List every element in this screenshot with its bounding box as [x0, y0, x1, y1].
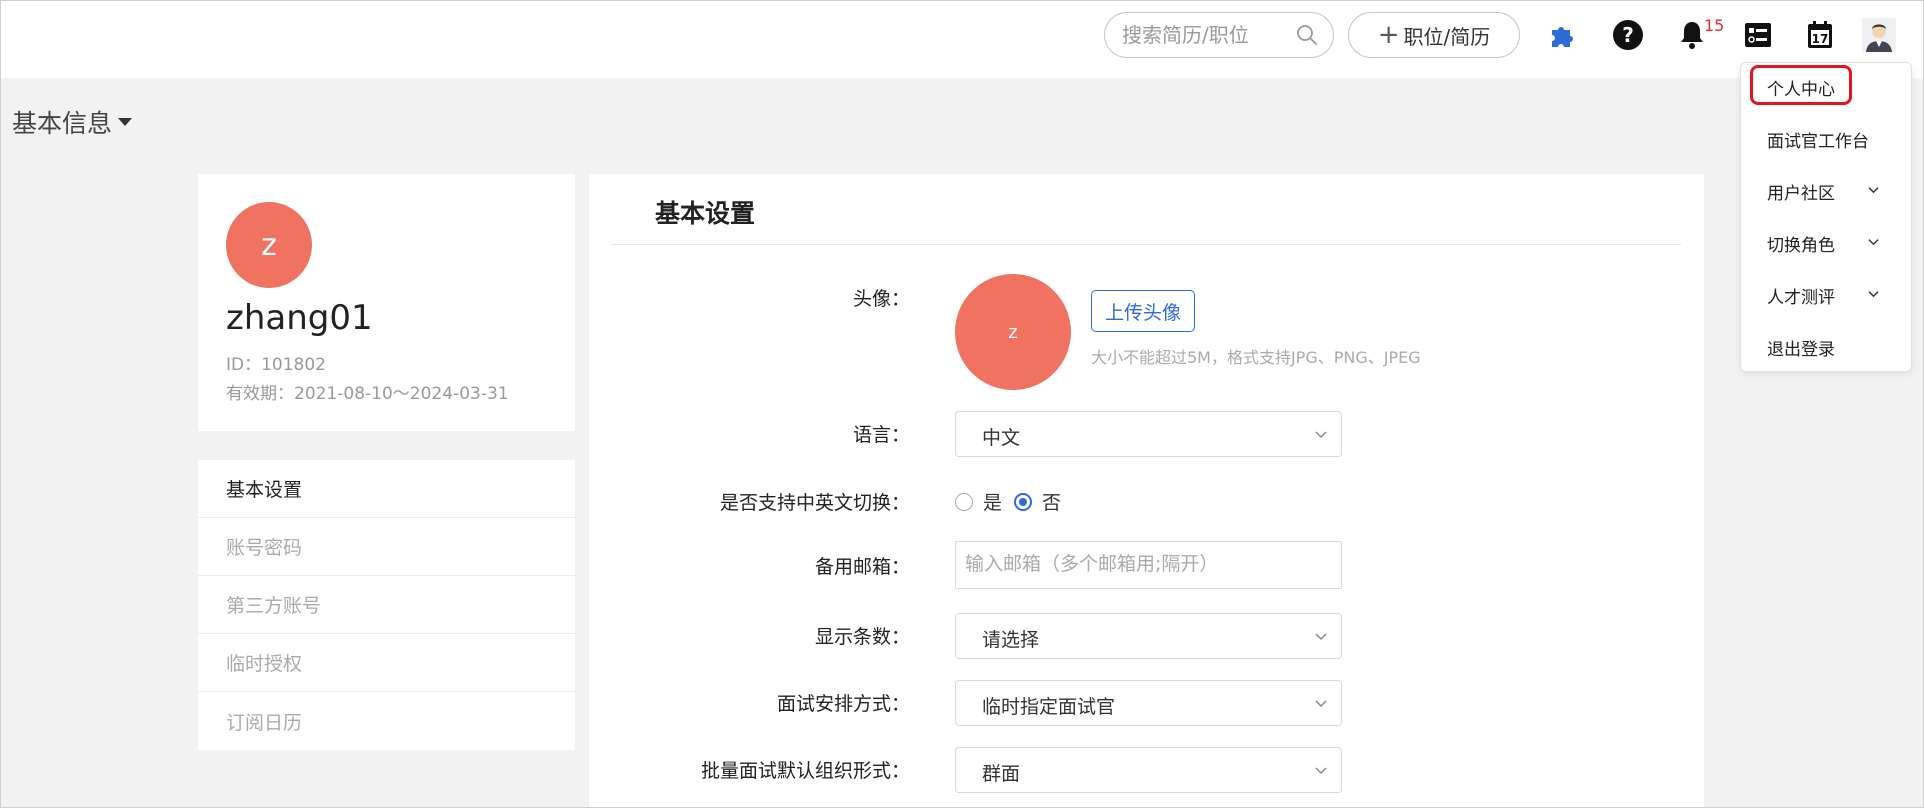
user-avatar-icon[interactable]: [1862, 18, 1896, 52]
page-size-label: 显示条数：: [814, 626, 910, 648]
language-value: 中文: [982, 427, 1021, 449]
interview-arrange-select[interactable]: 临时指定面试官: [955, 680, 1342, 726]
chevron-down-icon: [1868, 291, 1879, 298]
profile-username: zhang01: [226, 298, 373, 338]
add-button-label: 职位/简历: [1403, 24, 1491, 49]
menu-item-switch-role[interactable]: 切换角色: [1767, 231, 1835, 256]
batch-interview-label: 批量面试默认组织形式：: [700, 760, 910, 782]
caret-down-icon: [118, 118, 133, 126]
bilingual-yes-label: 是: [983, 492, 1003, 514]
bilingual-label: 是否支持中英文切换：: [719, 492, 910, 514]
batch-interview-select[interactable]: 群面: [955, 747, 1342, 793]
user-menu: 个人中心 面试官工作台 用户社区 切换角色 人才测评 退出登录: [1740, 62, 1912, 372]
plugin-icon[interactable]: [1545, 18, 1579, 52]
notification-badge: 15: [1704, 16, 1725, 35]
top-bar: + 职位/简历 ? 15 17: [0, 0, 1924, 78]
sidenav-item-basic-settings[interactable]: 基本设置: [198, 460, 575, 518]
bilingual-yes-radio[interactable]: [955, 492, 973, 511]
upload-hint: 大小不能超过5M，格式支持JPG、PNG、JPEG: [1091, 348, 1421, 367]
backup-email-label: 备用邮箱：: [814, 556, 910, 578]
avatar-label: 头像：: [852, 288, 910, 310]
menu-item-user-community[interactable]: 用户社区: [1767, 179, 1835, 204]
language-label: 语言：: [852, 424, 910, 446]
interview-arrange-label: 面试安排方式：: [776, 693, 910, 715]
todo-icon[interactable]: [1741, 18, 1775, 52]
sidenav-item-subscribe-calendar[interactable]: 订阅日历: [198, 692, 575, 750]
profile-card: z zhang01 ID：101802 有效期：2021-08-10～2024-…: [198, 174, 575, 431]
menu-item-personal-center[interactable]: 个人中心: [1767, 75, 1835, 100]
sidenav-item-temporary-authorization[interactable]: 临时授权: [198, 634, 575, 692]
profile-id: ID：101802: [226, 355, 326, 375]
batch-interview-value: 群面: [982, 763, 1021, 785]
upload-avatar-button[interactable]: 上传头像: [1091, 290, 1195, 332]
search-input[interactable]: [1122, 22, 1282, 48]
sidenav-item-account-password[interactable]: 账号密码: [198, 518, 575, 576]
chevron-down-icon: [1315, 633, 1327, 641]
page-size-value: 请选择: [982, 629, 1040, 651]
settings-sidenav: 基本设置 账号密码 第三方账号 临时授权 订阅日历: [198, 460, 575, 750]
chevron-down-icon: [1868, 239, 1879, 246]
backup-email-field[interactable]: [955, 541, 1342, 589]
calendar-icon[interactable]: 17: [1803, 18, 1837, 52]
svg-text:?: ?: [1622, 23, 1634, 47]
page-title-dropdown[interactable]: 基本信息: [12, 104, 133, 140]
add-job-resume-button[interactable]: + 职位/简历: [1348, 12, 1520, 58]
chevron-down-icon: [1315, 767, 1327, 775]
page-size-select[interactable]: 请选择: [955, 613, 1342, 659]
language-select[interactable]: 中文: [955, 411, 1342, 457]
interview-arrange-value: 临时指定面试官: [982, 696, 1116, 718]
settings-avatar: z: [955, 274, 1071, 390]
sidenav-item-third-party-account[interactable]: 第三方账号: [198, 576, 575, 634]
bilingual-no-label: 否: [1042, 492, 1062, 514]
menu-item-interviewer-workbench[interactable]: 面试官工作台: [1767, 127, 1869, 152]
calendar-day: 17: [1812, 32, 1829, 46]
menu-item-logout[interactable]: 退出登录: [1767, 335, 1835, 360]
help-icon[interactable]: ?: [1611, 18, 1645, 52]
basic-settings-panel: 基本设置 头像： z 上传头像 大小不能超过5M，格式支持JPG、PNG、JPE…: [589, 174, 1704, 808]
search-icon[interactable]: [1296, 24, 1318, 46]
divider: [611, 244, 1681, 245]
panel-title: 基本设置: [655, 199, 756, 228]
search-box[interactable]: [1104, 12, 1334, 58]
page-title: 基本信息: [12, 109, 113, 138]
backup-email-input[interactable]: [965, 553, 1325, 575]
chevron-down-icon: [1868, 187, 1879, 194]
profile-validity: 有效期：2021-08-10～2024-03-31: [226, 384, 509, 404]
bilingual-no-radio[interactable]: [1014, 492, 1033, 511]
profile-avatar: z: [226, 202, 312, 288]
chevron-down-icon: [1315, 431, 1327, 439]
chevron-down-icon: [1315, 700, 1327, 708]
bilingual-radio-group: 是 否: [955, 488, 1061, 515]
plus-icon: +: [1377, 20, 1400, 50]
menu-item-talent-assessment[interactable]: 人才测评: [1767, 283, 1835, 308]
